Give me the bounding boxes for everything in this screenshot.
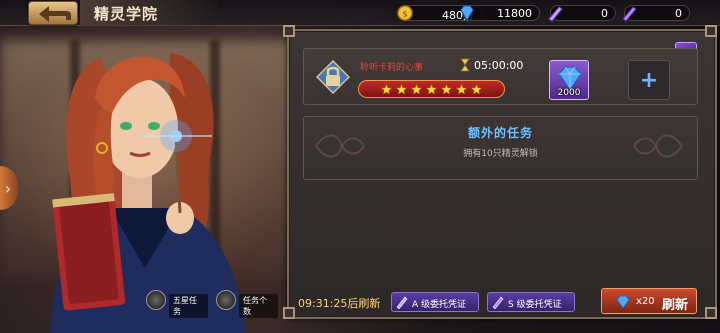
extra-missions-unlock-hint: 拥有10只精灵解锁 bbox=[463, 149, 538, 159]
gold-coin-icon: $ bbox=[397, 5, 413, 21]
diamond-counter: 11800 bbox=[460, 5, 540, 21]
five-star-mission-icon bbox=[146, 290, 166, 310]
back-button[interactable] bbox=[28, 1, 78, 25]
five-star-mission-label: 五星任务 bbox=[169, 294, 208, 318]
s-voucher-value: 0 bbox=[675, 7, 682, 20]
a-voucher-label: A 级委托凭证 bbox=[412, 300, 467, 310]
star-icon bbox=[396, 83, 407, 95]
reward-amount: 2000 bbox=[557, 88, 581, 98]
star-icon bbox=[471, 83, 482, 95]
a-voucher-icon bbox=[548, 6, 563, 22]
star-icon bbox=[441, 83, 452, 95]
s-voucher-icon bbox=[622, 6, 637, 22]
title-plate: 精灵学院 bbox=[80, 0, 219, 26]
mission-star-rating bbox=[358, 80, 505, 98]
extra-missions-title: 额外的任务 bbox=[467, 126, 533, 140]
star-icon bbox=[411, 83, 422, 95]
mission-duration: 05:00:00 bbox=[474, 59, 524, 72]
a-voucher-counter: 0 bbox=[548, 5, 616, 22]
mission-count-button[interactable]: 任务个数 bbox=[216, 290, 278, 318]
add-spirit-button[interactable]: + bbox=[628, 60, 670, 100]
back-arrow-icon bbox=[39, 6, 71, 22]
a-voucher-icon bbox=[396, 296, 408, 309]
a-voucher-value: 0 bbox=[601, 7, 608, 20]
s-voucher-counter: 0 bbox=[622, 5, 690, 22]
mission-count-label: 任务个数 bbox=[239, 294, 278, 318]
panel-corner-ornament bbox=[283, 25, 295, 37]
character-illustration bbox=[50, 53, 245, 333]
blue-diamond-icon bbox=[616, 295, 630, 309]
panel-corner-ornament bbox=[705, 25, 717, 37]
refresh-cost: x20 bbox=[636, 296, 655, 307]
locked-mission-icon bbox=[316, 60, 350, 94]
refresh-button[interactable]: x20 刷新 bbox=[601, 288, 697, 314]
blue-diamond-icon bbox=[460, 5, 474, 21]
plus-icon: + bbox=[639, 67, 659, 93]
star-icon bbox=[456, 83, 467, 95]
s-voucher-button[interactable]: S 级委托凭证 bbox=[487, 292, 575, 312]
diamond-value: 11800 bbox=[497, 7, 532, 20]
page-title: 精灵学院 bbox=[94, 4, 159, 23]
star-icon bbox=[381, 83, 392, 95]
panel-corner-ornament bbox=[283, 307, 295, 319]
svg-text:$: $ bbox=[402, 10, 407, 19]
s-voucher-label: S 级委托凭证 bbox=[508, 300, 562, 310]
five-star-mission-button[interactable]: 五星任务 bbox=[146, 290, 208, 318]
hourglass-icon bbox=[460, 58, 470, 72]
refresh-countdown: 09:31:25后刷新 bbox=[298, 297, 381, 310]
refresh-label: 刷新 bbox=[662, 298, 689, 313]
chevron-right-icon: › bbox=[4, 178, 12, 198]
star-icon bbox=[426, 83, 437, 95]
panel-corner-ornament bbox=[705, 307, 717, 319]
a-voucher-button[interactable]: A 级委托凭证 bbox=[391, 292, 479, 312]
s-voucher-icon bbox=[492, 296, 504, 309]
mission-name: 聆听卡莉的心事 bbox=[360, 63, 424, 73]
spirit-count-icon bbox=[216, 290, 236, 310]
